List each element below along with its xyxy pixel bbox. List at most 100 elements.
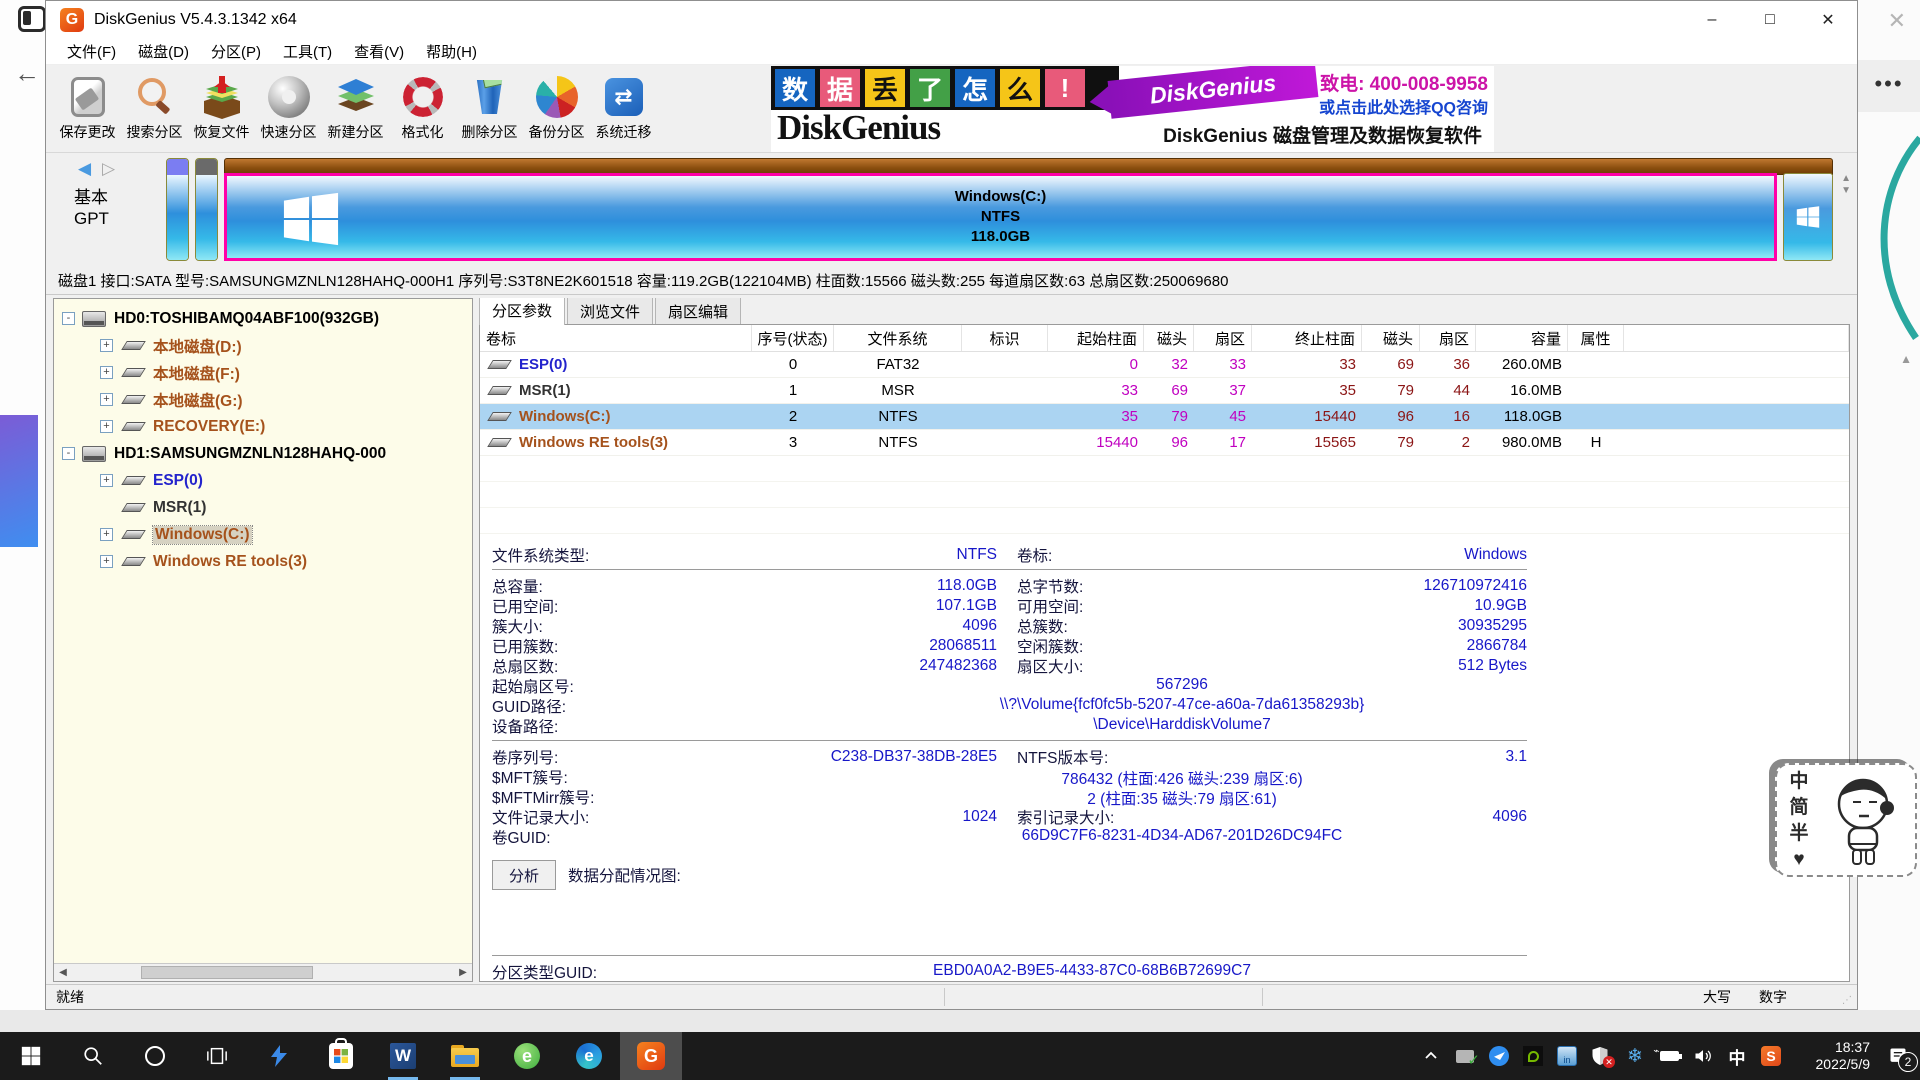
next-disk-arrow-icon[interactable]: ▷ — [102, 159, 115, 179]
collapse-icon[interactable]: - — [62, 447, 75, 460]
taskbar-ie-button[interactable]: e — [496, 1032, 558, 1080]
format-button[interactable]: 格式化 — [389, 68, 456, 150]
new-partition-button[interactable]: 新建分区 — [322, 68, 389, 150]
menu-bar: 文件(F) 磁盘(D) 分区(P) 工具(T) 查看(V) 帮助(H) — [46, 39, 1857, 65]
expand-icon[interactable]: + — [100, 528, 113, 541]
expand-icon[interactable]: + — [100, 366, 113, 379]
prev-disk-arrow-icon[interactable]: ◀ — [78, 159, 91, 179]
taskbar-clock[interactable]: 18:37 2022/5/9 — [1788, 1039, 1876, 1073]
status-divider — [944, 988, 945, 1006]
taskbar-search-button[interactable] — [62, 1032, 124, 1080]
ime-mode-indicators: 中 简 半 ♥ — [1777, 769, 1821, 872]
close-button[interactable]: ✕ — [1799, 1, 1857, 39]
tray-messenger-icon[interactable] — [1482, 1032, 1516, 1080]
menu-disk[interactable]: 磁盘(D) — [127, 41, 200, 62]
tray-snowflake-icon[interactable]: ❄ — [1618, 1032, 1652, 1080]
quick-partition-button[interactable]: 快速分区 — [255, 68, 322, 150]
minimize-button[interactable]: – — [1683, 1, 1741, 39]
taskbar-diskgenius-button[interactable]: G — [620, 1032, 682, 1080]
tree-item-local-g[interactable]: + 本地磁盘(G:) — [54, 386, 472, 413]
scroll-right-icon[interactable]: ▶ — [454, 964, 472, 981]
taskbar-word-button[interactable]: W — [372, 1032, 434, 1080]
windows-c-partition-bar[interactable]: Windows(C:) NTFS 118.0GB — [224, 173, 1777, 261]
tray-volume-icon[interactable] — [1686, 1032, 1720, 1080]
save-changes-button[interactable]: 保存更改 — [54, 68, 121, 150]
table-row-windows-c-selected[interactable]: Windows(C:) 2 NTFS 35 79 45 15440 96 16 … — [480, 404, 1849, 430]
msr-partition-bar[interactable] — [195, 158, 218, 261]
table-row-msr[interactable]: MSR(1) 1 MSR 33 69 37 35 79 44 16.0MB — [480, 378, 1849, 404]
menu-help[interactable]: 帮助(H) — [415, 41, 488, 62]
tray-defender-icon[interactable]: ✕ — [1584, 1032, 1618, 1080]
expand-icon[interactable]: + — [100, 474, 113, 487]
tray-nvidia-icon[interactable] — [1516, 1032, 1550, 1080]
ime-simplified-mode[interactable]: 简 — [1789, 795, 1808, 820]
tab-sector-edit[interactable]: 扇区编辑 — [655, 298, 741, 325]
pinned-app-store[interactable] — [310, 1032, 372, 1080]
tree-item-local-d[interactable]: + 本地磁盘(D:) — [54, 332, 472, 359]
pinned-app-lightning[interactable] — [248, 1032, 310, 1080]
expand-icon[interactable]: + — [100, 420, 113, 433]
scroll-track[interactable] — [72, 964, 454, 981]
tray-sogou-icon[interactable]: S — [1754, 1032, 1788, 1080]
tray-intel-graphics-icon[interactable]: in — [1550, 1032, 1584, 1080]
tray-chevron-icon[interactable] — [1414, 1032, 1448, 1080]
menu-partition[interactable]: 分区(P) — [200, 41, 272, 62]
tree-item-esp[interactable]: + ESP(0) — [54, 467, 472, 494]
expand-icon[interactable]: + — [100, 339, 113, 352]
start-button[interactable] — [0, 1032, 62, 1080]
scroll-thumb[interactable] — [141, 966, 313, 979]
tab-browse-files[interactable]: 浏览文件 — [567, 298, 653, 325]
esp-partition-bar[interactable] — [166, 158, 189, 261]
partition-map-scroll[interactable]: ▲▼ — [1841, 173, 1851, 197]
table-row-esp[interactable]: ESP(0) 0 FAT32 0 32 33 33 69 36 260.0MB — [480, 352, 1849, 378]
delete-partition-button[interactable]: 删除分区 — [456, 68, 523, 150]
taskbar-edge-button[interactable]: e — [558, 1032, 620, 1080]
tab-partition-params[interactable]: 分区参数 — [479, 298, 565, 325]
partition-details: 文件系统类型: NTFS 卷标: Windows 总容量:118.0GB 总字节… — [480, 534, 1849, 981]
tree-item-hd1[interactable]: - HD1:SAMSUNGMZNLN128HAHQ-000 — [54, 440, 472, 467]
recover-files-button[interactable]: 恢复文件 — [188, 68, 255, 150]
ime-heart-icon[interactable]: ♥ — [1793, 847, 1804, 872]
ad-banner[interactable]: 数 据 丢 了 怎 么 ! DiskGenius DiskGenius 致电: … — [771, 66, 1494, 152]
tree-item-local-f[interactable]: + 本地磁盘(F:) — [54, 359, 472, 386]
table-row-windows-re[interactable]: Windows RE tools(3) 3 NTFS 15440 96 17 1… — [480, 430, 1849, 456]
ime-halfwidth-mode[interactable]: 半 — [1789, 821, 1808, 846]
collapse-icon[interactable]: - — [62, 312, 75, 325]
titlebar: G DiskGenius V5.4.3.1342 x64 – □ ✕ — [46, 1, 1857, 39]
search-partition-button[interactable]: 搜索分区 — [121, 68, 188, 150]
expand-icon[interactable]: + — [100, 555, 113, 568]
tray-battery-icon[interactable]: ⌁ — [1652, 1032, 1686, 1080]
system-migration-button[interactable]: ⇄ 系统迁移 — [590, 68, 657, 150]
expand-icon[interactable]: + — [100, 393, 113, 406]
cortana-button[interactable] — [124, 1032, 186, 1080]
ime-skin-cartoon — [1821, 770, 1901, 870]
backup-partition-button[interactable]: 备份分区 — [523, 68, 590, 150]
maximize-button[interactable]: □ — [1741, 1, 1799, 39]
ime-chinese-mode[interactable]: 中 — [1789, 769, 1808, 794]
scroll-left-icon[interactable]: ◀ — [54, 964, 72, 981]
resize-grip-icon[interactable]: ⋰ — [1842, 995, 1853, 1006]
analyze-button[interactable]: 分析 — [492, 860, 556, 890]
tree-item-recovery-e[interactable]: + RECOVERY(E:) — [54, 413, 472, 440]
ad-qq-link[interactable]: 或点击此处选择QQ咨询 — [1319, 94, 1488, 118]
task-view-button[interactable] — [186, 1032, 248, 1080]
taskbar-explorer-button[interactable] — [434, 1032, 496, 1080]
tray-printer-icon[interactable]: ✓ — [1448, 1032, 1482, 1080]
search-partition-icon — [133, 75, 177, 119]
background-teal-curve — [1858, 128, 1920, 348]
menu-tools[interactable]: 工具(T) — [272, 41, 343, 62]
menu-file[interactable]: 文件(F) — [56, 41, 127, 62]
tree-item-windows-c[interactable]: + Windows(C:) — [54, 521, 472, 548]
tray-ime-indicator[interactable]: 中 — [1720, 1032, 1754, 1080]
tree-item-msr[interactable]: MSR(1) — [54, 494, 472, 521]
cortana-icon — [145, 1046, 165, 1066]
new-partition-icon — [334, 75, 378, 119]
tree-horizontal-scrollbar[interactable]: ◀ ▶ — [54, 963, 472, 981]
tree-item-hd0[interactable]: - HD0:TOSHIBAMQ04ABF100(932GB) — [54, 305, 472, 332]
edge-icon: e — [576, 1043, 602, 1069]
tree-item-windows-re[interactable]: + Windows RE tools(3) — [54, 548, 472, 575]
action-center-button[interactable]: 2 — [1876, 1032, 1920, 1080]
sogou-ime-panel[interactable]: 中 简 半 ♥ — [1775, 763, 1917, 877]
windows-re-partition-bar[interactable] — [1783, 173, 1833, 261]
menu-view[interactable]: 查看(V) — [343, 41, 415, 62]
